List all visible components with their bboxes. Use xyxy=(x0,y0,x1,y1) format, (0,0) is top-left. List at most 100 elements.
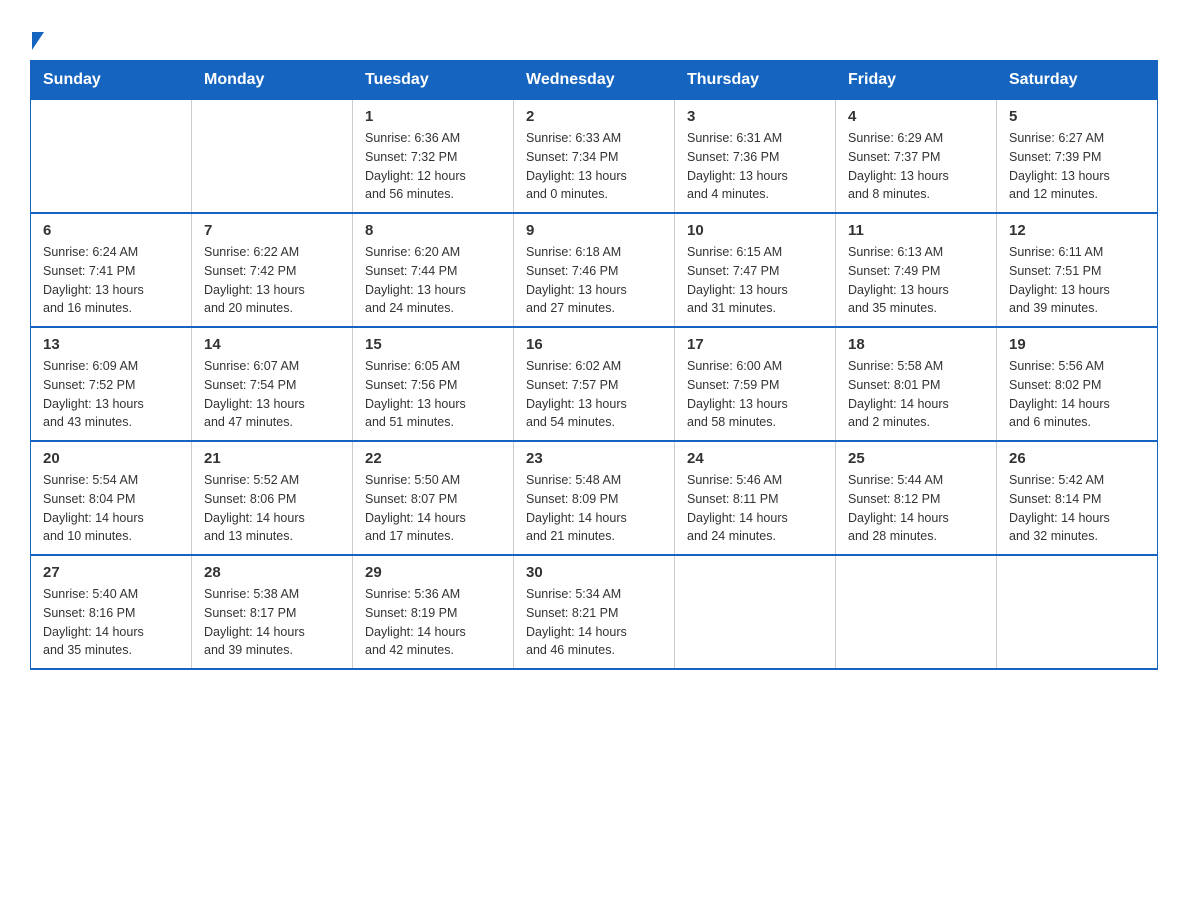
daylight-text-cont: and 27 minutes. xyxy=(526,301,615,315)
sunset-text: Sunset: 8:01 PM xyxy=(848,378,940,392)
day-info: Sunrise: 5:44 AM Sunset: 8:12 PM Daylight:… xyxy=(848,471,984,546)
day-info: Sunrise: 6:13 AMSunset: 7:49 PMDaylight:… xyxy=(848,243,984,318)
daylight-text: Daylight: 13 hours xyxy=(43,397,144,411)
daylight-text: Daylight: 13 hours xyxy=(204,283,305,297)
day-number: 18 xyxy=(848,336,984,353)
sunrise-text: Sunrise: 5:46 AM xyxy=(687,473,782,487)
day-number: 15 xyxy=(365,336,501,353)
day-number: 20 xyxy=(43,450,179,467)
day-info: Sunrise: 6:05 AMSunset: 7:56 PMDaylight:… xyxy=(365,357,501,432)
sunset-text: Sunset: 8:16 PM xyxy=(43,606,135,620)
day-info: Sunrise: 6:11 AMSunset: 7:51 PMDaylight:… xyxy=(1009,243,1145,318)
day-info: Sunrise: 5:52 AMSunset: 8:06 PMDaylight:… xyxy=(204,471,340,546)
calendar-cell: 6Sunrise: 6:24 AMSunset: 7:41 PMDaylight… xyxy=(31,213,192,327)
sunset-text: Sunset: 7:52 PM xyxy=(43,378,135,392)
daylight-text-cont: and 24 minutes. xyxy=(365,301,454,315)
calendar-cell: 21Sunrise: 5:52 AMSunset: 8:06 PMDayligh… xyxy=(192,441,353,555)
daylight-text-cont: and 35 minutes. xyxy=(848,301,937,315)
sunrise-text: Sunrise: 5:42 AM xyxy=(1009,473,1104,487)
calendar-cell: 11Sunrise: 6:13 AMSunset: 7:49 PMDayligh… xyxy=(836,213,997,327)
day-info: Sunrise: 6:09 AMSunset: 7:52 PMDaylight:… xyxy=(43,357,179,432)
sunset-text: Sunset: 7:32 PM xyxy=(365,150,457,164)
day-info: Sunrise: 6:27 AMSunset: 7:39 PMDaylight:… xyxy=(1009,129,1145,204)
daylight-text-cont: and 4 minutes. xyxy=(687,187,769,201)
day-info: Sunrise: 6:36 AMSunset: 7:32 PMDaylight:… xyxy=(365,129,501,204)
sunrise-text: Sunrise: 5:36 AM xyxy=(365,587,460,601)
calendar-cell: 8 Sunrise: 6:20 AMSunset: 7:44 PMDaylight… xyxy=(353,213,514,327)
sunrise-text: Sunrise: 6:18 AM xyxy=(526,245,621,259)
sunset-text: Sunset: 8:11 PM xyxy=(687,492,779,506)
sunset-text: Sunset: 8:19 PM xyxy=(365,606,457,620)
sunrise-text: Sunrise: 5:56 AM xyxy=(1009,359,1104,373)
sunset-text: Sunset: 7:36 PM xyxy=(687,150,779,164)
sunrise-text: Sunrise: 5:48 AM xyxy=(526,473,621,487)
calendar-cell: 12Sunrise: 6:11 AMSunset: 7:51 PMDayligh… xyxy=(997,213,1158,327)
daylight-text: Daylight: 14 hours xyxy=(848,511,949,525)
daylight-text-cont: and 42 minutes. xyxy=(365,643,454,657)
sunset-text: Sunset: 8:09 PM xyxy=(526,492,618,506)
daylight-text-cont: and 58 minutes. xyxy=(687,415,776,429)
calendar-cell: 19Sunrise: 5:56 AMSunset: 8:02 PMDayligh… xyxy=(997,327,1158,441)
day-info: Sunrise: 5:46 AMSunset: 8:11 PMDaylight:… xyxy=(687,471,823,546)
day-info: Sunrise: 6:18 AMSunset: 7:46 PMDaylight:… xyxy=(526,243,662,318)
day-number: 27 xyxy=(43,564,179,581)
sunset-text: Sunset: 7:41 PM xyxy=(43,264,135,278)
sunrise-text: Sunrise: 6:02 AM xyxy=(526,359,621,373)
sunset-text: Sunset: 7:51 PM xyxy=(1009,264,1101,278)
sunset-text: Sunset: 8:12 PM xyxy=(848,492,940,506)
sunrise-text: Sunrise: 6:20 AM xyxy=(365,245,460,259)
calendar-cell: 4Sunrise: 6:29 AMSunset: 7:37 PMDaylight… xyxy=(836,100,997,214)
day-number: 10 xyxy=(687,222,823,239)
sunset-text: Sunset: 7:42 PM xyxy=(204,264,296,278)
sunset-text: Sunset: 7:57 PM xyxy=(526,378,618,392)
calendar-table: SundayMondayTuesdayWednesdayThursdayFrid… xyxy=(30,60,1158,670)
calendar-cell: 17Sunrise: 6:00 AMSunset: 7:59 PMDayligh… xyxy=(675,327,836,441)
sunset-text: Sunset: 8:21 PM xyxy=(526,606,618,620)
sunrise-text: Sunrise: 5:52 AM xyxy=(204,473,299,487)
sunrise-text: Sunrise: 6:11 AM xyxy=(1009,245,1103,259)
day-number: 24 xyxy=(687,450,823,467)
sunrise-text: Sunrise: 6:22 AM xyxy=(204,245,299,259)
day-info: Sunrise: 5:34 AMSunset: 8:21 PMDaylight:… xyxy=(526,585,662,660)
daylight-text: Daylight: 13 hours xyxy=(204,397,305,411)
daylight-text: Daylight: 14 hours xyxy=(365,625,466,639)
daylight-text: Daylight: 14 hours xyxy=(204,625,305,639)
day-info: Sunrise: 6:02 AMSunset: 7:57 PMDaylight:… xyxy=(526,357,662,432)
calendar-header-row: SundayMondayTuesdayWednesdayThursdayFrid… xyxy=(31,61,1158,100)
daylight-text: Daylight: 13 hours xyxy=(687,169,788,183)
day-number: 26 xyxy=(1009,450,1145,467)
daylight-text: Daylight: 13 hours xyxy=(526,169,627,183)
daylight-text-cont: and 32 minutes. xyxy=(1009,529,1098,543)
day-info: Sunrise: 6:20 AMSunset: 7:44 PMDaylight:… xyxy=(365,243,501,318)
calendar-week-row: 20 Sunrise: 5:54 AMSunset: 8:04 PMDayligh… xyxy=(31,441,1158,555)
daylight-text-cont: and 8 minutes. xyxy=(848,187,930,201)
day-number: 8 xyxy=(365,222,501,239)
day-number: 14 xyxy=(204,336,340,353)
sunrise-text: Sunrise: 6:07 AM xyxy=(204,359,299,373)
day-header-tuesday: Tuesday xyxy=(353,61,514,100)
day-number: 17 xyxy=(687,336,823,353)
day-info: Sunrise: 5:56 AMSunset: 8:02 PMDaylight:… xyxy=(1009,357,1145,432)
daylight-text: Daylight: 14 hours xyxy=(848,397,949,411)
daylight-text: Daylight: 12 hours xyxy=(365,169,466,183)
calendar-cell xyxy=(31,100,192,214)
calendar-cell: 23Sunrise: 5:48 AMSunset: 8:09 PMDayligh… xyxy=(514,441,675,555)
calendar-cell: 28Sunrise: 5:38 AMSunset: 8:17 PMDayligh… xyxy=(192,555,353,669)
day-info: Sunrise: 5:54 AMSunset: 8:04 PMDaylight:… xyxy=(43,471,179,546)
sunrise-text: Sunrise: 5:34 AM xyxy=(526,587,621,601)
calendar-cell: 7Sunrise: 6:22 AMSunset: 7:42 PMDaylight… xyxy=(192,213,353,327)
calendar-cell: 27Sunrise: 5:40 AMSunset: 8:16 PMDayligh… xyxy=(31,555,192,669)
day-info: Sunrise: 6:22 AM Sunset: 7:42 PM Daylight:… xyxy=(204,243,340,318)
calendar-cell: 14Sunrise: 6:07 AMSunset: 7:54 PMDayligh… xyxy=(192,327,353,441)
day-number: 6 xyxy=(43,222,179,239)
sunset-text: Sunset: 8:07 PM xyxy=(365,492,457,506)
sunrise-text: Sunrise: 5:54 AM xyxy=(43,473,138,487)
daylight-text-cont: and 39 minutes. xyxy=(1009,301,1098,315)
daylight-text: Daylight: 13 hours xyxy=(365,397,466,411)
daylight-text: Daylight: 13 hours xyxy=(526,283,627,297)
daylight-text-cont: and 35 minutes. xyxy=(43,643,132,657)
sunset-text: Sunset: 8:17 PM xyxy=(204,606,296,620)
daylight-text-cont: and 16 minutes. xyxy=(43,301,132,315)
sunrise-text: Sunrise: 5:44 AM xyxy=(848,473,943,487)
calendar-cell: 26Sunrise: 5:42 AMSunset: 8:14 PMDayligh… xyxy=(997,441,1158,555)
